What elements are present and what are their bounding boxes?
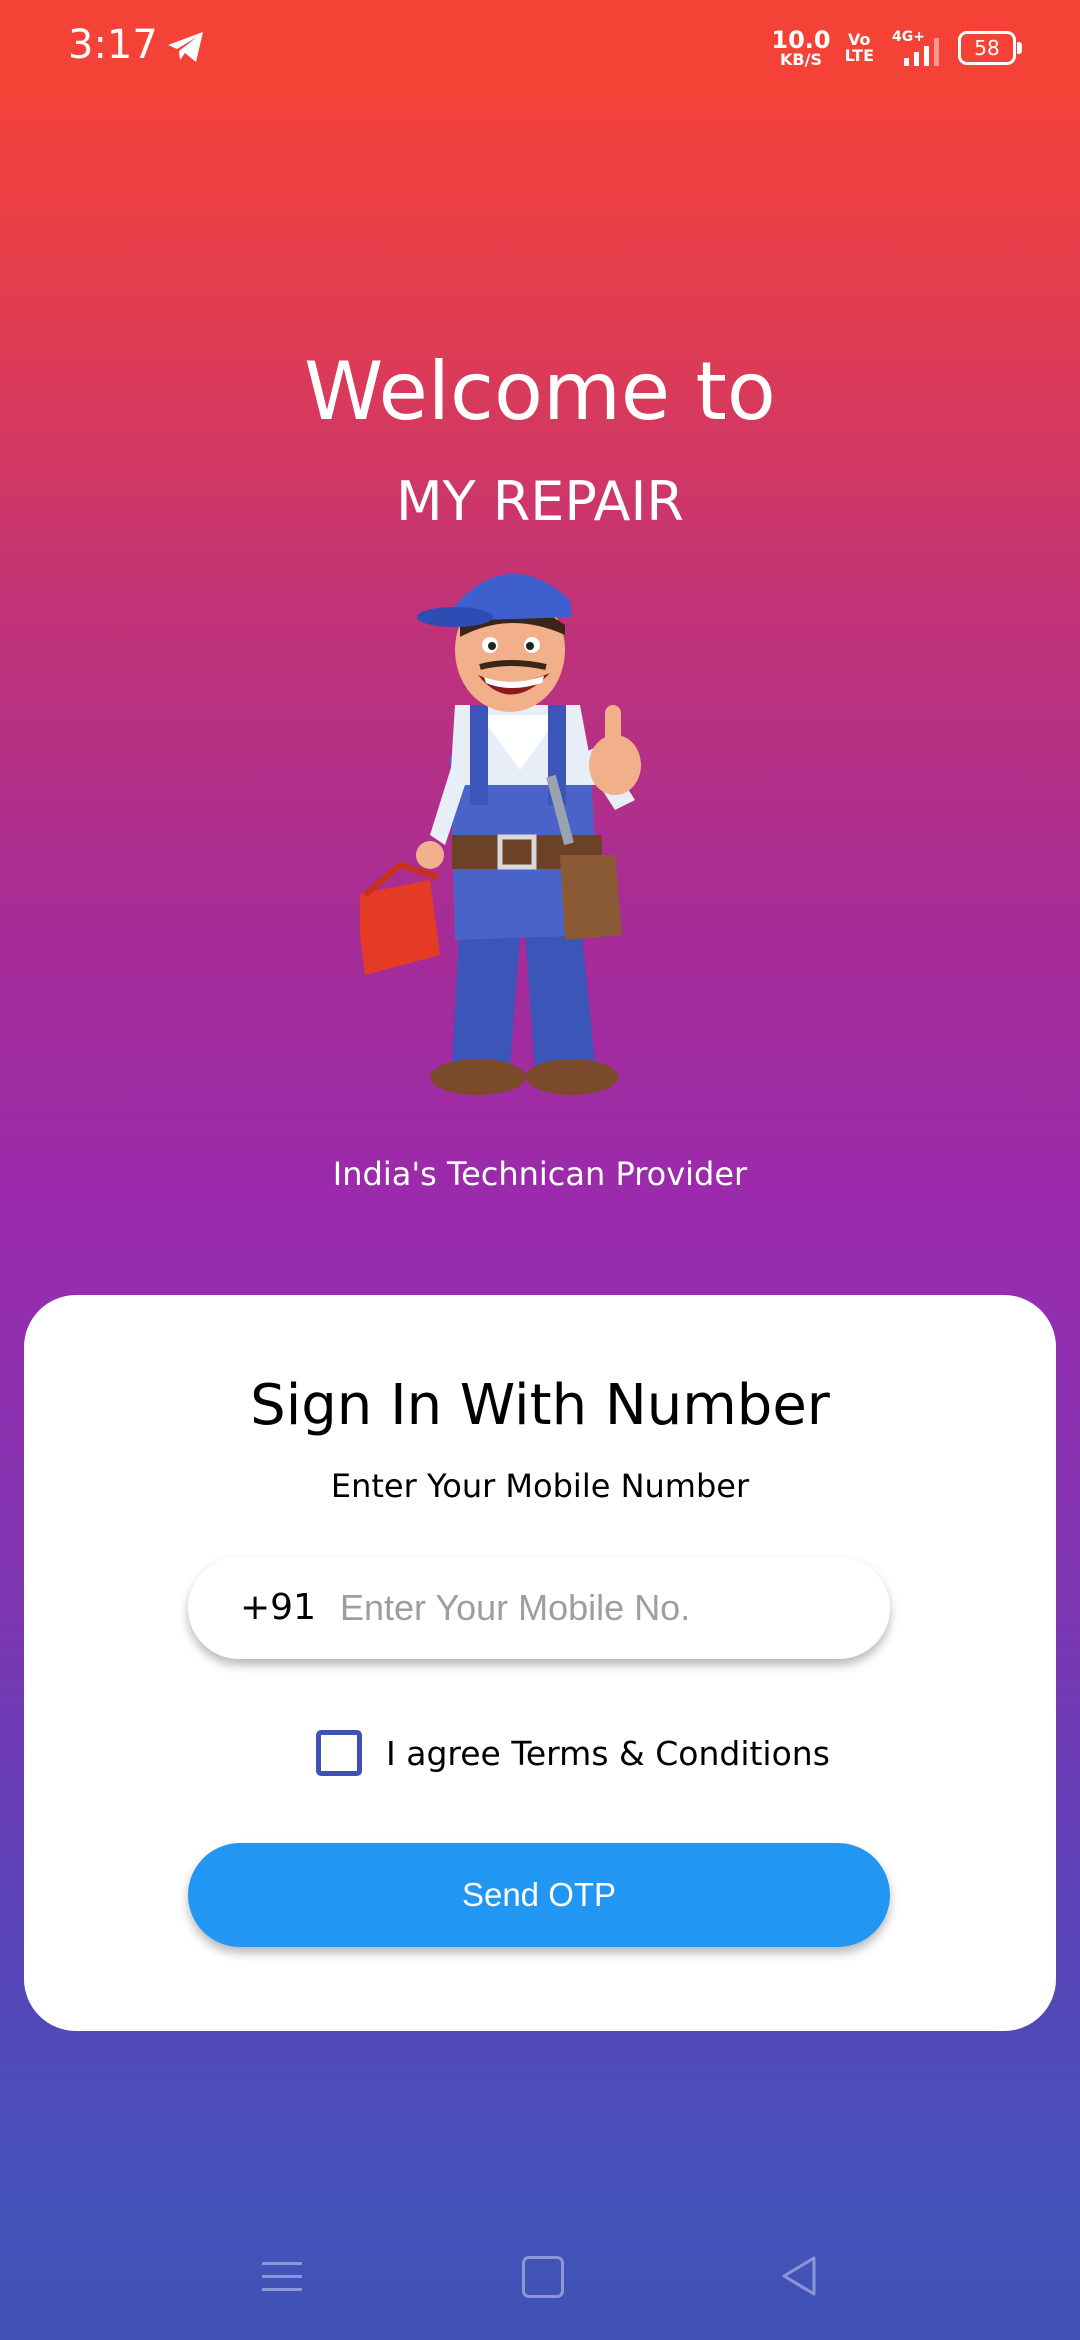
nav-bar: [0, 2220, 1080, 2340]
battery-icon: 58: [958, 31, 1022, 65]
menu-icon[interactable]: [262, 2258, 302, 2296]
signal-icon: 4G+: [892, 29, 939, 66]
signin-title: Sign In With Number: [250, 1373, 830, 1438]
status-bar: 3:17 10.0 KB/S Vo LTE 4G+ 58: [0, 0, 1080, 96]
volte-bottom: LTE: [844, 46, 874, 65]
net-speed-value: 10.0: [771, 26, 831, 54]
tagline: India's Technican Provider: [332, 1155, 748, 1193]
terms-row: I agree Terms & Conditions: [316, 1725, 830, 1781]
battery-level: 58: [974, 36, 1000, 60]
back-icon[interactable]: [778, 2254, 818, 2298]
volte-indicator: Vo LTE: [845, 32, 874, 64]
phone-input[interactable]: [338, 1571, 862, 1645]
network-type: 4G+: [892, 29, 925, 45]
net-speed: 10.0 KB/S: [771, 28, 830, 68]
welcome-heading: Welcome to: [304, 345, 776, 438]
home-icon[interactable]: [522, 2256, 564, 2298]
send-otp-button[interactable]: Send OTP: [188, 1843, 890, 1947]
country-code: +91: [240, 1587, 316, 1628]
telegram-icon: [168, 32, 203, 62]
phone-field[interactable]: +91: [188, 1557, 890, 1659]
signin-subtitle: Enter Your Mobile Number: [330, 1467, 750, 1505]
signin-card: Sign In With Number Enter Your Mobile Nu…: [24, 1295, 1056, 2031]
terms-checkbox[interactable]: [316, 1730, 362, 1776]
mascot-illustration: [360, 573, 641, 1095]
net-speed-unit: KB/S: [780, 50, 822, 69]
brand-name: MY REPAIR: [396, 470, 684, 533]
status-icons: 10.0 KB/S Vo LTE 4G+ 58: [771, 26, 1022, 70]
terms-label[interactable]: I agree Terms & Conditions: [386, 1734, 830, 1773]
status-time: 3:17: [68, 22, 158, 68]
